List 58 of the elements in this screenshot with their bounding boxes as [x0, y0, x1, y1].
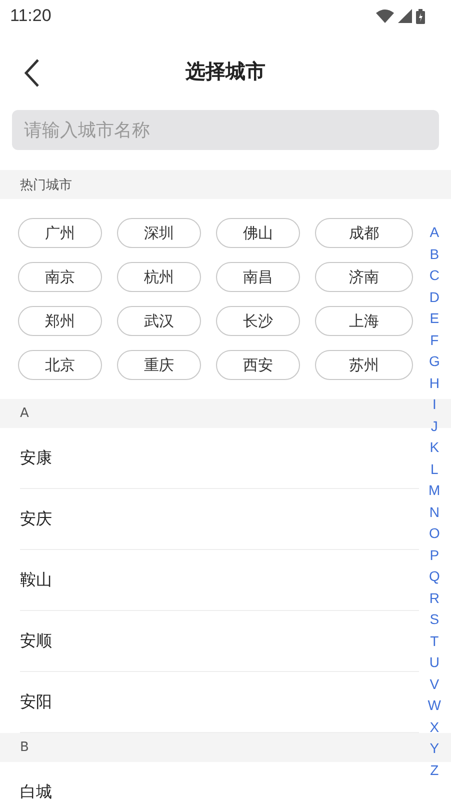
index-letter[interactable]: S: [428, 609, 442, 630]
index-letter[interactable]: H: [427, 372, 442, 394]
index-letter[interactable]: M: [426, 480, 442, 502]
city-chip[interactable]: 郑州: [18, 306, 102, 336]
city-chip[interactable]: 南京: [18, 262, 102, 292]
index-letter[interactable]: L: [428, 458, 440, 480]
city-chip[interactable]: 重庆: [117, 350, 201, 380]
index-letter[interactable]: U: [427, 652, 442, 674]
index-letter[interactable]: P: [428, 544, 442, 566]
city-chip[interactable]: 广州: [18, 218, 102, 248]
city-chip[interactable]: 南昌: [216, 262, 300, 292]
city-chip[interactable]: 杭州: [117, 262, 201, 292]
city-item[interactable]: 安庆: [20, 508, 52, 530]
city-item[interactable]: 安阳: [20, 692, 52, 712]
index-letter[interactable]: K: [428, 437, 442, 458]
city-item[interactable]: 鞍山: [20, 570, 52, 590]
index-letter[interactable]: X: [428, 716, 442, 738]
index-letter[interactable]: R: [427, 588, 442, 609]
search-field[interactable]: 请输入城市名称: [12, 110, 439, 150]
city-chip[interactable]: 北京: [18, 350, 102, 380]
city-item[interactable]: 白城: [20, 782, 52, 802]
city-chip[interactable]: 佛山: [216, 218, 300, 248]
wifi-icon: [376, 9, 394, 23]
section-letter: B: [20, 740, 29, 755]
index-letter[interactable]: V: [428, 674, 442, 695]
index-letter[interactable]: G: [426, 351, 442, 372]
city-chip[interactable]: 武汉: [117, 306, 201, 336]
signal-icon: [398, 9, 412, 23]
index-letter[interactable]: J: [428, 416, 440, 437]
index-letter[interactable]: N: [427, 502, 442, 523]
index-letter[interactable]: A: [428, 222, 442, 244]
city-chip[interactable]: 深圳: [117, 218, 201, 248]
index-letter[interactable]: Y: [428, 738, 442, 760]
index-letter[interactable]: W: [426, 695, 443, 716]
back-icon[interactable]: [22, 58, 42, 88]
city-chip[interactable]: 上海: [315, 306, 413, 336]
city-chip[interactable]: 长沙: [216, 306, 300, 336]
index-letter[interactable]: I: [430, 394, 438, 416]
page-title: 选择城市: [186, 58, 266, 84]
city-chip[interactable]: 苏州: [315, 350, 413, 380]
index-letter[interactable]: Z: [428, 760, 441, 781]
city-chip[interactable]: 济南: [315, 262, 413, 292]
index-letter[interactable]: O: [426, 523, 442, 544]
index-letter[interactable]: C: [427, 265, 442, 286]
city-chip[interactable]: 西安: [216, 350, 300, 380]
city-item[interactable]: 安顺: [20, 630, 52, 652]
index-letter[interactable]: F: [428, 330, 441, 351]
city-chip[interactable]: 成都: [315, 218, 413, 248]
index-letter[interactable]: E: [428, 308, 442, 330]
section-header: 热门城市: [20, 176, 72, 194]
battery-icon: [416, 8, 425, 24]
index-letter[interactable]: Q: [426, 566, 442, 588]
index-letter[interactable]: T: [428, 630, 441, 652]
index-letter[interactable]: D: [427, 286, 442, 308]
section-letter: A: [20, 406, 29, 421]
city-item[interactable]: 安康: [20, 448, 52, 468]
status-time: 11:20: [10, 6, 52, 26]
index-letter[interactable]: B: [428, 244, 442, 265]
